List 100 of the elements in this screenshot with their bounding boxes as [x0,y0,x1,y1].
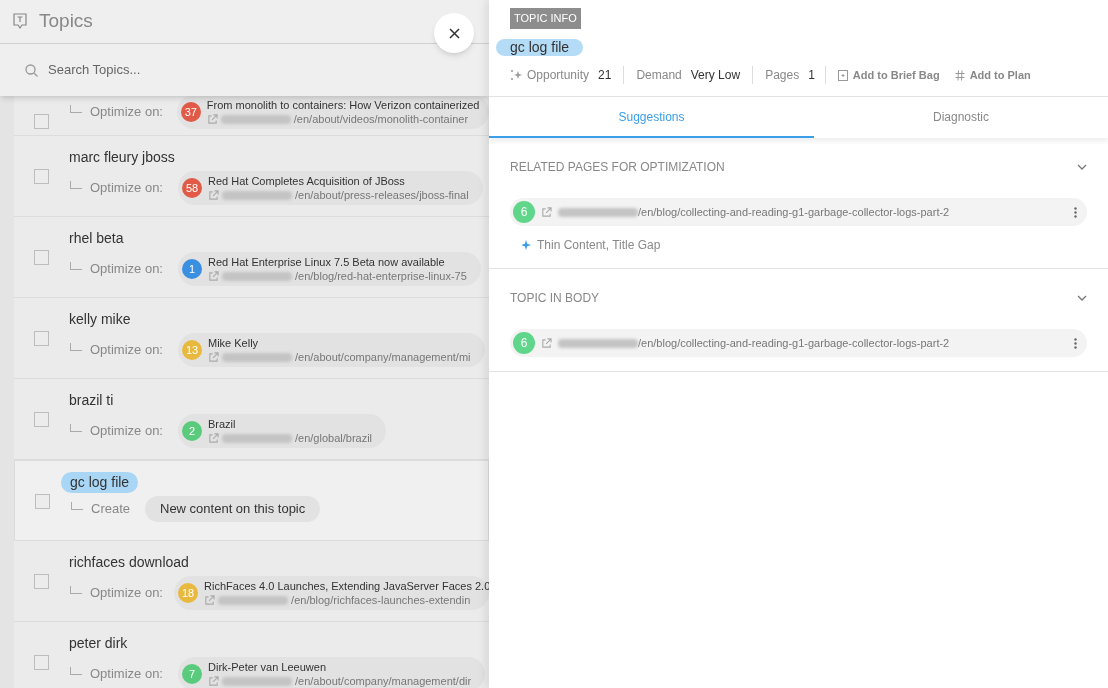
score-badge: 6 [513,201,535,223]
score-badge: 13 [182,340,202,360]
more-icon[interactable] [1074,206,1077,218]
action-label: Optimize on: [90,179,164,198]
external-link-icon [208,675,219,687]
external-link-icon [208,432,219,444]
page-url: /en/blog/collecting-and-reading-g1-garbage-collector-logs-part-2 [638,204,950,220]
page-url: /en/blog/richfaces-launches-extendin [291,593,471,607]
hash-icon [954,69,965,81]
topic-name: rhel beta [69,229,124,248]
action-label: Optimize on: [90,665,164,684]
score-badge: 37 [180,102,201,122]
page-title: Dirk-Peter van Leeuwen [208,660,327,674]
score-badge: 18 [178,583,199,603]
row-checkbox[interactable] [34,574,49,589]
topic-icon [13,13,27,30]
row-checkbox[interactable] [34,655,49,670]
score-badge: 1 [182,259,202,279]
redacted-bar [220,114,291,124]
redacted-bar [222,190,292,200]
page-pill[interactable]: 6 /en/blog/collecting-and-reading-g1-garbage-collector-logs-part-2 [510,329,1087,357]
page-pill[interactable]: 1 Red Hat Enterprise Linux 7.5 Beta now available /en/blog/red-hat-enterprise-linux-75 [178,252,481,286]
branch-line-icon [70,424,82,432]
row-checkbox[interactable] [34,331,49,346]
topic-title: gc log file [496,39,584,56]
row-checkbox[interactable] [34,169,49,184]
page-url: /en/about/videos/monolith-container [293,112,469,126]
close-icon [448,27,460,39]
page-title: Brazil [208,417,237,431]
row-checkbox[interactable] [34,412,49,427]
page-url: /en/global/brazil [295,431,373,445]
tab[interactable]: Diagnostic [814,97,1108,138]
external-link-icon [208,270,219,282]
page-title: Red Hat Completes Acquisition of JBoss [208,174,406,188]
redacted-bar [222,352,292,362]
more-icon[interactable] [1074,337,1077,349]
score-badge: 58 [182,178,202,198]
page-url: /en/about/press-releases/jboss-final [295,188,469,202]
page-url: /en/blog/red-hat-enterprise-linux-75 [295,269,467,283]
redacted-bar [218,595,289,605]
action-label: Optimize on: [90,422,164,441]
page-title: Mike Kelly [208,336,260,350]
metric-value: 1 [808,67,815,84]
page-pill[interactable]: 13 Mike Kelly /en/about/company/management/mi [178,333,485,367]
row-checkbox[interactable] [35,494,50,509]
external-link-icon [206,113,218,125]
chevron-icon[interactable] [1077,164,1087,170]
action-label: Optimize on: [90,584,164,603]
action-link[interactable]: Add to Brief Bag [852,66,940,84]
redacted-bar [222,676,292,686]
topic-name: marc fleury jboss [69,148,175,167]
topic-name: richfaces download [69,553,189,572]
branch-line-icon [70,667,82,675]
metric-value: 21 [598,67,612,84]
score-badge: 6 [513,332,535,354]
external-link-icon [208,189,219,201]
branch-line-icon [71,501,83,510]
page-title: RichFaces 4.0 Launches, Extending JavaServer Faces 2.0 [204,579,489,593]
redacted-bar [222,433,292,443]
page-url: /en/about/company/management/dir [295,674,472,688]
branch-line-icon [70,262,82,270]
create-content-button[interactable]: New content on this topic [145,496,321,522]
section-heading: RELATED PAGES FOR OPTIMIZATION [510,159,725,176]
page-pill[interactable]: 58 Red Hat Completes Acquisition of JBoss /en/about/press-releases/jboss-final [178,171,483,205]
row-checkbox[interactable] [34,114,49,129]
branch-line-icon [70,586,82,594]
branch-line-icon [70,343,82,351]
metric-label: Opportunity [527,67,590,84]
plus-square-icon [837,69,848,81]
page-pill[interactable]: 18 RichFaces 4.0 Launches, Extending JavaServer Faces 2.0 /en/blog/richfaces-launches-extendin [174,576,489,610]
page-title: Red Hat Enterprise Linux 7.5 Beta now available [208,255,446,269]
external-link-icon [541,206,552,218]
metric-label: Demand [636,67,682,84]
row-checkbox[interactable] [34,250,49,265]
panel-title: Topics [39,9,93,34]
page-url: /en/blog/collecting-and-reading-g1-garbage-collector-logs-part-2 [638,335,950,351]
action-label: Optimize on: [90,260,164,279]
page-pill[interactable]: 6 /en/blog/collecting-and-reading-g1-garbage-collector-logs-part-2 [510,198,1087,226]
topic-name: peter dirk [69,634,128,653]
page-pill[interactable]: 37 From monolith to containers: How Verizon containerized /en/about/videos/monolith-container [176,96,489,129]
issue-list: Thin Content, Title Gap [537,236,661,254]
branch-line-icon [70,181,82,189]
page-pill[interactable]: 7 Dirk-Peter van Leeuwen /en/about/company/management/dir [178,657,486,688]
topic-name: brazil ti [69,391,114,410]
action-link[interactable]: Add to Plan [969,66,1031,84]
section-heading: TOPIC IN BODY [510,290,600,307]
sparkle-icon [521,240,531,250]
page-pill[interactable]: 2 Brazil /en/global/brazil [178,414,387,448]
action-label: Optimize on: [90,103,164,122]
metric-label: Pages [765,67,800,84]
chevron-icon[interactable] [1077,295,1087,301]
topic-name: gc log file [61,472,139,493]
search-field[interactable]: Search Topics... [48,60,224,80]
external-link-icon [204,594,216,606]
redacted-bar [222,271,292,281]
score-badge: 7 [182,664,202,684]
sparkle-icon [510,69,522,81]
search-icon [25,63,38,77]
branch-line-icon [70,105,82,113]
action-label: Optimize on: [90,341,164,360]
